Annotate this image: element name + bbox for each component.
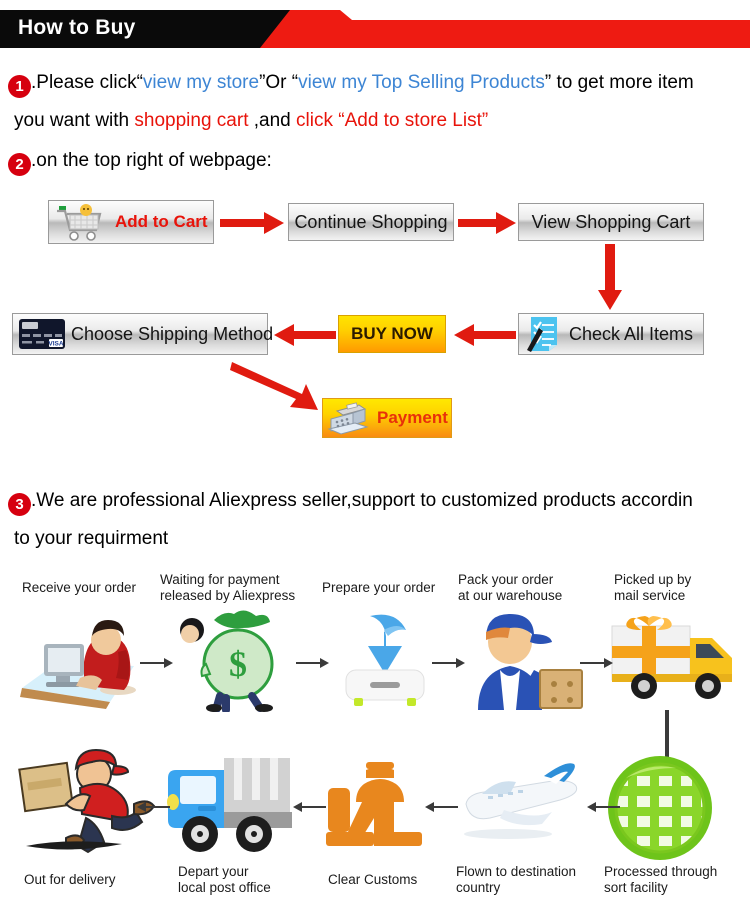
delivery-truck-icon [611,616,732,699]
buy-now-label: BUY NOW [351,324,433,343]
view-shopping-cart-button[interactable]: View Shopping Cart [518,203,704,241]
flow-caption-prepare-order: Prepare your order [322,580,436,595]
flow-arrow-3 [432,658,465,668]
arrow-buynow-to-shipping [274,324,336,346]
step-1-line-2: you want with shopping cart ,and click “… [14,100,488,141]
shopping-cart-emphasis: shopping cart [134,110,249,131]
step-1-line2-a: you want with [14,110,135,131]
flow-arrow-1 [140,658,173,668]
svg-text:$: $ [229,644,247,684]
step-1-badge: 1 [8,75,31,98]
step-2-line: 2 .on the top right of webpage: [8,140,272,181]
add-to-cart-label: Add to Cart [115,212,208,231]
step-3-line-1: 3 .We are professional Aliexpress seller,… [8,480,693,521]
arrow-add-to-continue [220,212,284,234]
shipping-flow-diagram: Receive your order Waiting for payment r… [0,560,750,914]
view-my-store-link[interactable]: view my store [143,72,259,93]
payment-label: Payment [377,408,448,427]
credit-card-icon: VISA [19,319,65,349]
warehouse-worker-icon [478,614,583,710]
step-1-line-1: 1 .Please click“view my store”Or “view my… [8,62,694,103]
flow-caption-out-for-delivery: Out for delivery [24,872,116,887]
flow-arrow-5 [587,802,620,812]
page-header-banner: How to Buy [0,10,750,48]
add-to-store-list-emphasis: click “Add to store List” [296,110,489,131]
continue-shopping-label: Continue Shopping [294,211,448,232]
add-to-cart-button[interactable]: Add to Cart [48,200,214,244]
buy-now-button[interactable]: BUY NOW [338,315,446,353]
money-bag-icon: $ [180,610,274,712]
shopping-cart-icon [57,204,102,241]
arrow-viewcart-to-check [598,244,622,310]
how-to-buy-page: How to Buy 1 .Please click“view my store”… [0,0,750,914]
continue-shopping-button[interactable]: Continue Shopping [288,203,454,241]
step-3-line-2: to your requirment [14,528,169,549]
choose-shipping-method-button[interactable]: VISA Choose Shipping Method [12,313,273,355]
flow-caption-waiting-payment: Waiting for payment released by Aliexpre… [160,572,296,603]
flow-arrow-8 [137,802,170,812]
cash-register-icon [327,402,369,435]
blue-truck-icon [167,758,292,852]
step-1-text-b: ”Or “ [259,72,299,93]
payment-button[interactable]: Payment [322,398,452,438]
check-all-items-button[interactable]: Check All Items [518,313,704,355]
check-all-items-label: Check All Items [569,323,694,344]
flow-caption-receive-order: Receive your order [22,580,137,595]
flow-arrow-7 [293,802,326,812]
flow-caption-processed-sort-facility: Processed through sort facility [604,864,718,895]
arrow-check-to-buynow [454,324,516,346]
flow-caption-pack-order: Pack your order at our warehouse [458,572,563,603]
svg-text:VISA: VISA [48,341,63,348]
step-1-line2-b: ,and [248,110,297,131]
airplane-icon [464,763,578,839]
step-1-text-a: .Please click“ [31,72,143,93]
flow-arrow-2 [296,658,329,668]
customs-officer-icon [326,762,422,846]
running-courier-icon [18,748,156,854]
person-at-computer-icon [20,620,136,709]
flow-caption-clear-customs: Clear Customs [328,872,418,887]
flow-caption-depart-post-office: Depart your local post office [178,864,271,895]
step-1-text-c: ” to get more item [544,72,694,93]
arrow-shipping-to-payment [230,362,318,410]
view-top-selling-products-link[interactable]: view my Top Selling Products [298,72,545,93]
flow-arrow-6 [425,802,458,812]
flow-caption-flown-to-destination: Flown to destination country [456,864,577,895]
flow-caption-picked-up: Picked up by mail service [614,572,692,603]
arrow-continue-to-viewcart [458,212,516,234]
step-2-text: .on the top right of webpage: [31,150,272,171]
step-3-text: .We are professional Aliexpress seller,s… [31,490,693,511]
choose-shipping-method-label: Choose Shipping Method [71,323,274,344]
flow-arrow-4 [580,658,613,668]
download-arrow-icon [345,614,425,706]
checklist-icon [527,317,557,352]
page-title: How to Buy [18,16,136,39]
view-shopping-cart-label: View Shopping Cart [531,211,691,232]
step-3-badge: 3 [8,493,31,516]
step-2-badge: 2 [8,153,31,176]
